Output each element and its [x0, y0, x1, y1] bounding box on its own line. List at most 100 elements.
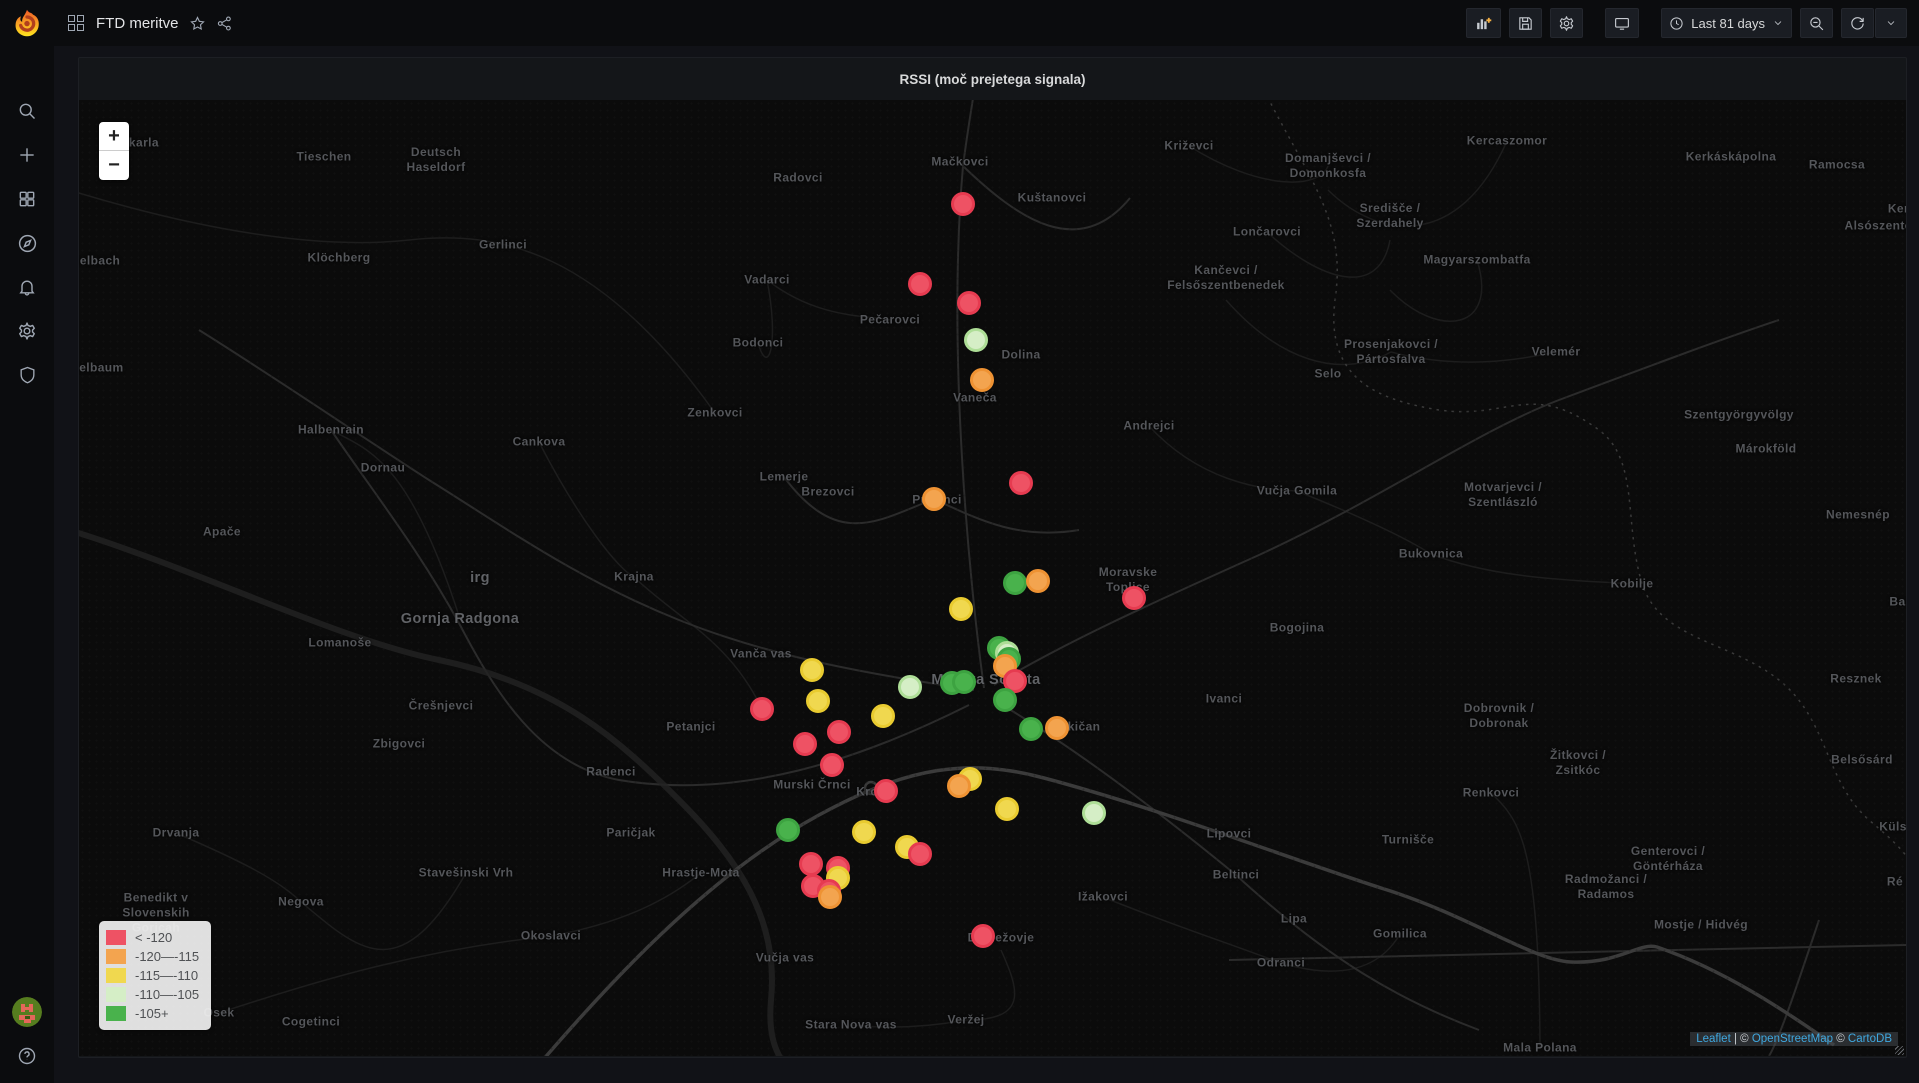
map-place-label: Drvanja — [153, 826, 200, 841]
map-place-label: Žitkovci / Zsitkóc — [1550, 748, 1606, 778]
grafana-flame-icon — [12, 8, 42, 38]
legend-color-swatch — [106, 1006, 126, 1021]
dashboard-title[interactable]: FTD meritve — [96, 15, 179, 32]
map-attribution: Leaflet | © OpenStreetMap © CartoDB — [1690, 1032, 1898, 1046]
map-point[interactable] — [993, 688, 1017, 712]
zoom-out-button[interactable]: − — [99, 151, 129, 180]
map-point[interactable] — [964, 328, 988, 352]
map-place-label: Kobilje — [1611, 577, 1654, 592]
add-panel-button[interactable] — [1466, 8, 1501, 38]
map-point[interactable] — [1009, 471, 1033, 495]
user-avatar[interactable] — [12, 997, 42, 1027]
map-point[interactable] — [827, 720, 851, 744]
legend-label: -105+ — [135, 1006, 169, 1021]
time-range-picker[interactable]: Last 81 days — [1661, 8, 1792, 38]
map-place-label: Stara Nova vas — [805, 1018, 897, 1033]
legend-label: -115—-110 — [135, 968, 198, 983]
map-point[interactable] — [951, 192, 975, 216]
dashboards-grid-icon[interactable] — [8, 184, 46, 214]
refresh-button[interactable] — [1841, 8, 1874, 38]
map-place-label: Küls — [1879, 820, 1906, 835]
map-point[interactable] — [908, 842, 932, 866]
map-point[interactable] — [776, 818, 800, 842]
map-point[interactable] — [1045, 716, 1069, 740]
grafana-logo[interactable] — [0, 0, 54, 46]
search-icon[interactable] — [8, 96, 46, 126]
map-point[interactable] — [995, 797, 1019, 821]
map-place-label: Krajna — [614, 570, 654, 585]
map-point[interactable] — [750, 697, 774, 721]
map-point[interactable] — [852, 820, 876, 844]
leaflet-map[interactable]: berkarlaaselbachixelbaumTieschenDeutsch … — [79, 100, 1906, 1056]
map-place-label: Lipa — [1281, 912, 1307, 927]
save-dashboard-button[interactable] — [1509, 8, 1542, 38]
map-point[interactable] — [1026, 569, 1050, 593]
help-icon[interactable] — [8, 1041, 46, 1071]
dashboard-settings-button[interactable] — [1550, 8, 1583, 38]
sidebar — [0, 0, 54, 1083]
map-point[interactable] — [971, 924, 995, 948]
map-point[interactable] — [908, 272, 932, 296]
attribution-link[interactable]: CartoDB — [1848, 1033, 1892, 1045]
map-place-label: Vadarci — [744, 273, 790, 288]
attribution-link[interactable]: Leaflet — [1696, 1033, 1731, 1045]
dashboard-icon — [68, 15, 84, 31]
map-point[interactable] — [970, 368, 994, 392]
map-place-label: Beltinci — [1213, 868, 1260, 883]
alerting-bell-icon[interactable] — [8, 272, 46, 302]
attribution-link[interactable]: OpenStreetMap — [1752, 1033, 1833, 1045]
configuration-gear-icon[interactable] — [8, 316, 46, 346]
zoom-out-time-button[interactable] — [1800, 8, 1833, 38]
server-admin-shield-icon[interactable] — [8, 360, 46, 390]
map-place-label: Lipovci — [1207, 827, 1252, 842]
attribution-text: © — [1833, 1033, 1848, 1045]
map-legend: < -120-120—-115-115—-110-110—-105-105+ — [99, 921, 211, 1030]
map-point[interactable] — [818, 885, 842, 909]
map-place-label: Klöchberg — [308, 251, 371, 266]
map-point[interactable] — [1019, 717, 1043, 741]
map-place-label: Paričjak — [606, 826, 655, 841]
refresh-interval-dropdown[interactable] — [1875, 8, 1907, 38]
map-point[interactable] — [1122, 586, 1146, 610]
map-point[interactable] — [793, 732, 817, 756]
map-place-label: Nemesnép — [1826, 508, 1890, 523]
map-place-label: Radenci — [586, 765, 635, 780]
map-place-label: Ramocsa — [1809, 158, 1865, 173]
map-place-label: Ré — [1887, 875, 1903, 890]
create-plus-icon[interactable] — [8, 140, 46, 170]
map-point[interactable] — [800, 658, 824, 682]
map-point[interactable] — [1082, 801, 1106, 825]
map-point[interactable] — [806, 689, 830, 713]
map-place-label: Gornja Radgona — [401, 610, 519, 628]
map-point[interactable] — [1003, 571, 1027, 595]
panel-header[interactable]: RSSI (moč prejetega signala) — [79, 58, 1906, 100]
map-zoom-control: + − — [99, 122, 129, 180]
map-place-label: Negova — [278, 895, 324, 910]
map-point[interactable] — [799, 852, 823, 876]
explore-compass-icon[interactable] — [8, 228, 46, 258]
map-point[interactable] — [952, 670, 976, 694]
map-place-label: Kančevci / Felsőszentbenedek — [1167, 263, 1285, 293]
map-place-label: Kerkáskápolna — [1686, 150, 1777, 165]
map-panel: RSSI (moč prejetega signala) — [78, 57, 1907, 1058]
map-point[interactable] — [874, 779, 898, 803]
map-place-label: Križevci — [1164, 139, 1213, 154]
map-point[interactable] — [871, 704, 895, 728]
map-point[interactable] — [957, 291, 981, 315]
panel-resize-handle[interactable] — [1895, 1046, 1904, 1055]
zoom-in-button[interactable]: + — [99, 122, 129, 151]
favorite-star-icon[interactable] — [189, 15, 206, 32]
cycle-view-tv-button[interactable] — [1605, 8, 1639, 38]
map-place-label: Zbigovci — [373, 737, 426, 752]
map-point[interactable] — [947, 774, 971, 798]
map-place-label: Gomilica — [1373, 927, 1427, 942]
share-icon[interactable] — [216, 15, 233, 32]
map-point[interactable] — [949, 597, 973, 621]
map-place-label: Mostje / Hidvég — [1654, 918, 1748, 933]
map-place-label: Vanča vas — [730, 647, 792, 662]
map-point[interactable] — [922, 487, 946, 511]
map-point[interactable] — [820, 753, 844, 777]
map-place-label: Resznek — [1830, 672, 1882, 687]
map-point[interactable] — [898, 675, 922, 699]
avatar-image — [12, 997, 42, 1027]
